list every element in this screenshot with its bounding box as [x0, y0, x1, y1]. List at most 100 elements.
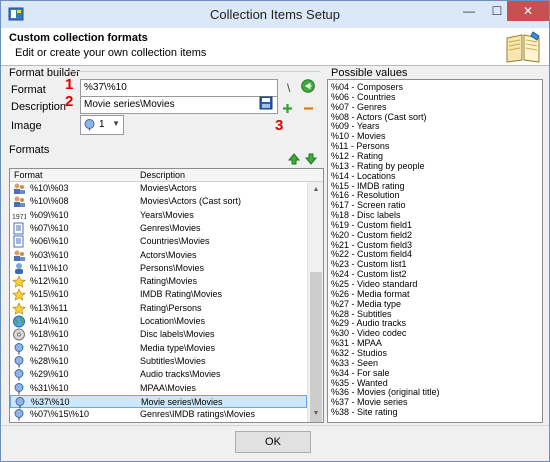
description-cell: Disc labels\Movies: [140, 329, 215, 340]
description-cell: IMDB Rating\Movies: [140, 289, 223, 300]
actors-icon: [12, 249, 26, 262]
table-row[interactable]: %13\%11 Rating\Persons: [10, 301, 307, 315]
format-cell: %10\%08: [30, 196, 69, 207]
column-format[interactable]: Format: [14, 169, 43, 181]
header-subtitle: Edit or create your own collection items: [15, 47, 207, 59]
table-row[interactable]: %31\%10 MPAA\Movies: [10, 382, 307, 395]
pin-icon: [12, 408, 26, 421]
possible-values-list[interactable]: %04 - Composers %06 - Countries %07 - Genr…: [327, 79, 543, 423]
possible-values-label: Possible values: [331, 67, 408, 79]
group-divider: [64, 71, 320, 72]
description-cell: Genres\IMDB ratings\Movies: [140, 409, 256, 420]
formats-label: Formats: [9, 144, 50, 156]
format-cell: %27\%10: [30, 342, 69, 353]
table-row[interactable]: 1971 %09\%10 Years\Movies: [10, 209, 307, 222]
document-icon: [12, 222, 26, 235]
move-down-icon[interactable]: [305, 153, 317, 165]
description-cell: Movie series\Movies: [141, 396, 223, 407]
table-row[interactable]: %03\%10 Actors\Movies: [10, 249, 307, 262]
separator-button[interactable]: \: [287, 81, 290, 95]
table-row[interactable]: %15\%10 IMDB Rating\Movies: [10, 288, 307, 302]
table-row[interactable]: %12\%10 Rating\Movies: [10, 275, 307, 288]
format-cell: %07\%10: [30, 222, 69, 233]
image-select-value: 1: [99, 119, 105, 130]
pin-icon: [12, 368, 26, 381]
annotation-2: 2: [65, 93, 74, 110]
pin-icon: [12, 342, 26, 355]
description-cell: Countries\Movies: [140, 236, 210, 247]
year-icon: 1971: [12, 209, 28, 222]
close-button[interactable]: ✕: [507, 1, 549, 21]
table-row[interactable]: %07\%10 Genres\Movies: [10, 222, 307, 235]
format-cell: %12\%10: [30, 276, 69, 287]
table-row[interactable]: %14\%10 Location\Movies: [10, 315, 307, 328]
scroll-down-icon[interactable]: ▼: [308, 406, 323, 422]
table-row[interactable]: %11\%10 Persons\Movies: [10, 262, 307, 275]
table-row[interactable]: %18\%10 Disc labels\Movies: [10, 328, 307, 341]
pin-icon: [13, 396, 27, 409]
minimize-button[interactable]: —: [455, 1, 483, 21]
pin-icon: [12, 382, 26, 395]
description-cell: Movies\Actors (Cast sort): [140, 196, 242, 207]
description-label: Description: [11, 101, 67, 113]
header-title: Custom collection formats: [9, 32, 148, 44]
format-cell: %11\%10: [30, 262, 68, 273]
description-cell: Actors\Movies: [140, 249, 197, 260]
table-row[interactable]: %28\%10 Subtitles\Movies: [10, 355, 307, 368]
table-row[interactable]: %27\%10 Media type\Movies: [10, 342, 307, 355]
format-cell: %07\%15\%10: [30, 409, 90, 420]
globe-icon: [12, 315, 26, 328]
format-input[interactable]: %37\%10: [80, 79, 278, 97]
description-cell: Rating\Persons: [140, 302, 202, 313]
format-cell: %15\%10: [30, 289, 69, 300]
pin-icon: [84, 119, 95, 131]
table-row[interactable]: %29\%10 Audio tracks\Movies: [10, 368, 307, 381]
table-row[interactable]: %10\%03 Movies\Actors: [10, 182, 307, 195]
scrollbar-thumb[interactable]: [310, 272, 322, 422]
title-bar: Collection Items Setup — ☐ ✕: [1, 1, 549, 28]
format-cell: %06\%10: [30, 236, 69, 247]
persons-icon: [12, 262, 26, 275]
format-cell: %28\%10: [30, 355, 69, 366]
description-input[interactable]: Movie series\Movies: [80, 96, 278, 114]
star-icon: [12, 275, 26, 288]
annotation-1: 1: [65, 76, 74, 93]
format-cell: %14\%10: [30, 316, 69, 326]
table-row[interactable]: %07\%15\%10 Genres\IMDB ratings\Movies: [10, 408, 307, 421]
description-cell: Movies\Actors: [140, 183, 197, 193]
list-item[interactable]: %38 - Site rating: [331, 407, 398, 418]
image-label: Image: [11, 120, 42, 132]
table-row[interactable]: %06\%10 Countries\Movies: [10, 235, 307, 248]
move-up-icon[interactable]: [288, 153, 300, 165]
format-cell: %18\%10: [30, 329, 69, 340]
table-row[interactable]: %10\%08 Movies\Actors (Cast sort): [10, 195, 307, 208]
dialog-header: Custom collection formats Edit or create…: [1, 28, 549, 66]
document-icon: [12, 235, 26, 248]
dialog-window: Collection Items Setup — ☐ ✕ Custom coll…: [0, 0, 550, 462]
description-cell: Rating\Movies: [140, 276, 198, 287]
column-description[interactable]: Description: [140, 169, 185, 181]
footer-divider: [1, 425, 549, 426]
description-cell: Location\Movies: [140, 316, 206, 326]
description-cell: MPAA\Movies: [140, 382, 196, 393]
ok-button[interactable]: OK: [235, 431, 311, 453]
add-value-icon[interactable]: [301, 79, 315, 93]
formats-list[interactable]: Format Description %10\%03 Movies\Actors%…: [9, 168, 324, 423]
remove-format-icon[interactable]: [303, 103, 314, 114]
save-icon[interactable]: [259, 96, 273, 110]
description-cell: Subtitles\Movies: [140, 355, 206, 366]
image-select[interactable]: 1 ▼: [80, 115, 124, 135]
pin-icon: [12, 355, 26, 368]
svg-text:1971: 1971: [12, 214, 26, 221]
format-label: Format: [11, 84, 46, 96]
formats-scrollbar[interactable]: ▲ ▼: [307, 182, 323, 422]
description-cell: Genres\Movies: [140, 222, 201, 233]
format-cell: %13\%11: [30, 302, 68, 313]
table-row[interactable]: %37\%10 Movie series\Movies: [10, 394, 307, 409]
disc-icon: [12, 328, 26, 341]
format-cell: %29\%10: [30, 369, 69, 380]
format-cell: %31\%10: [30, 382, 69, 393]
scroll-up-icon[interactable]: ▲: [308, 182, 323, 198]
add-format-icon[interactable]: [282, 103, 293, 114]
actors-icon: [12, 182, 26, 195]
